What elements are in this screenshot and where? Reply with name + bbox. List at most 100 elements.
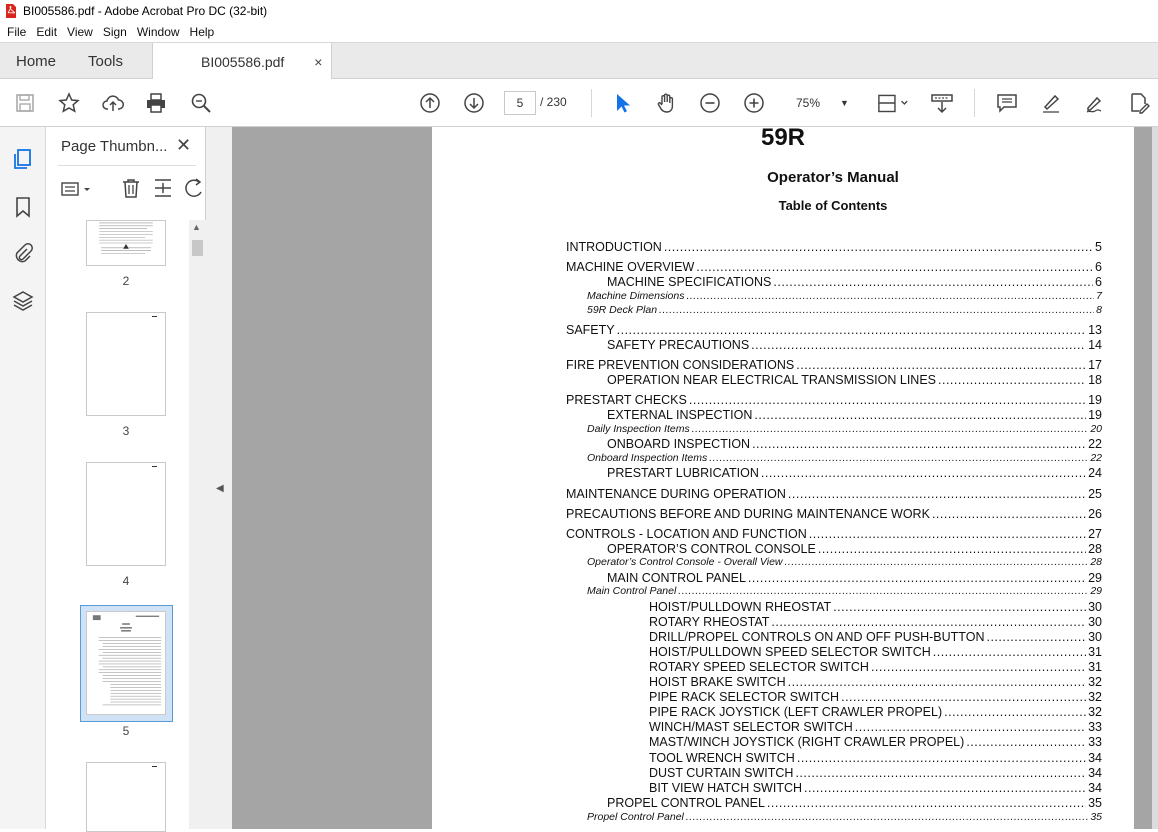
bookmarks-nav-button[interactable] — [11, 195, 35, 219]
document-scrollbar[interactable] — [1152, 127, 1158, 829]
layers-nav-button[interactable] — [11, 289, 35, 313]
menu-file[interactable]: File — [7, 25, 26, 39]
hand-tool-button[interactable] — [654, 91, 678, 115]
toc-entry[interactable]: HOIST/PULLDOWN SPEED SELECTOR SWITCH 31 — [649, 645, 1102, 659]
menu-sign[interactable]: Sign — [103, 25, 127, 39]
draw-button[interactable] — [1083, 91, 1107, 115]
page-preview — [92, 615, 162, 706]
thumbnail-page-5[interactable] — [86, 611, 166, 715]
toc-entry[interactable]: EXTERNAL INSPECTION 19 — [607, 408, 1102, 422]
attachments-nav-button[interactable] — [11, 241, 35, 265]
toc-entry[interactable]: MAIN CONTROL PANEL 29 — [607, 571, 1102, 585]
toc-entry[interactable]: MACHINE OVERVIEW 6 — [566, 260, 1102, 274]
extract-pages-button[interactable] — [152, 177, 174, 204]
toc-entry[interactable]: Main Control Panel 29 — [587, 585, 1102, 597]
toc-entry[interactable]: PROPEL CONTROL PANEL 35 — [607, 796, 1102, 810]
menu-help[interactable]: Help — [190, 25, 215, 39]
toc-leader-dots — [804, 781, 1086, 795]
thumbnail-page-2[interactable] — [86, 220, 166, 266]
thumbnail-scrollbar[interactable]: ▲ — [189, 220, 206, 829]
toc-entry-page: 14 — [1088, 338, 1102, 352]
toc-entry[interactable]: PRESTART CHECKS 19 — [566, 393, 1102, 407]
toc-entry[interactable]: MAST/WINCH JOYSTICK (RIGHT CRAWLER PROPE… — [649, 735, 1102, 749]
bookmark-icon — [16, 197, 30, 218]
toc-entry[interactable]: DRILL/PROPEL CONTROLS ON AND OFF PUSH-BU… — [649, 630, 1102, 644]
scrollbar-thumb[interactable] — [192, 240, 203, 256]
toc-entry[interactable]: Propel Control Panel 35 — [587, 811, 1102, 823]
toc-entry[interactable]: ONBOARD INSPECTION 22 — [607, 437, 1102, 451]
panel-collapse-gutter[interactable]: ◀ — [206, 127, 232, 829]
tab-tools[interactable]: Tools — [88, 43, 123, 80]
toc-entry-title: ROTARY SPEED SELECTOR SWITCH — [649, 660, 869, 674]
toc-entry[interactable]: Onboard Inspection Items 22 — [587, 452, 1102, 464]
toc-heading: Table of Contents — [778, 198, 888, 213]
toc-entry[interactable]: OPERATOR’S CONTROL CONSOLE 28 — [607, 542, 1102, 556]
thumbnail-options-button[interactable] — [60, 179, 92, 204]
tab-document[interactable]: BI005586.pdf × — [152, 43, 332, 80]
toc-leader-dots — [689, 393, 1086, 407]
toc-entry[interactable]: ROTARY SPEED SELECTOR SWITCH 31 — [649, 660, 1102, 674]
scroll-mode-button[interactable] — [930, 91, 954, 115]
toc-entry[interactable]: 59R Deck Plan 8 — [587, 304, 1102, 316]
toc-entry[interactable]: WINCH/MAST SELECTOR SWITCH 33 — [649, 720, 1102, 734]
thumbnail-page-4[interactable] — [86, 462, 166, 566]
page-number-input[interactable]: 5 — [504, 91, 536, 115]
toc-entry[interactable]: Operator’s Control Console - Overall Vie… — [587, 556, 1102, 568]
plus-circle-icon — [744, 93, 764, 113]
zoom-out-button[interactable] — [698, 91, 722, 115]
zoom-in-button[interactable] — [742, 91, 766, 115]
toc-entry[interactable]: PIPE RACK JOYSTICK (LEFT CRAWLER PROPEL)… — [649, 705, 1102, 719]
toc-entry[interactable]: MACHINE SPECIFICATIONS 6 — [607, 275, 1102, 289]
thumbnail-page-6[interactable] — [86, 762, 166, 832]
bookmark-star-button[interactable] — [57, 91, 81, 115]
comment-button[interactable] — [995, 91, 1019, 115]
find-zoom-button[interactable] — [189, 91, 213, 115]
toc-entry[interactable]: Machine Dimensions 7 — [587, 290, 1102, 302]
toc-entry[interactable]: HOIST/PULLDOWN RHEOSTAT 30 — [649, 600, 1102, 614]
arrow-up-circle-icon — [420, 93, 440, 113]
scroll-up-icon[interactable]: ▲ — [192, 222, 201, 232]
toc-leader-dots — [696, 260, 1093, 274]
next-page-button[interactable] — [462, 91, 486, 115]
toc-entry[interactable]: HOIST BRAKE SWITCH 32 — [649, 675, 1102, 689]
delete-pages-button[interactable] — [120, 177, 142, 204]
toc-entry[interactable]: ROTARY RHEOSTAT 30 — [649, 615, 1102, 629]
upload-cloud-button[interactable] — [101, 91, 125, 115]
highlight-button[interactable] — [1039, 91, 1063, 115]
zoom-level-select[interactable]: 75% ▼ — [786, 91, 854, 115]
toc-entry[interactable]: Daily Inspection Items 20 — [587, 423, 1102, 435]
save-button[interactable] — [13, 91, 37, 115]
fill-sign-button[interactable] — [1127, 91, 1151, 115]
toc-entry[interactable]: BIT VIEW HATCH SWITCH 34 — [649, 781, 1102, 795]
document-view[interactable]: 59R Operator’s Manual Table of Contents … — [232, 127, 1158, 829]
previous-page-button[interactable] — [418, 91, 442, 115]
menu-edit[interactable]: Edit — [36, 25, 57, 39]
collapse-panel-icon[interactable]: ◀ — [216, 483, 224, 494]
toc-entry[interactable]: PRECAUTIONS BEFORE AND DURING MAINTENANC… — [566, 507, 1102, 521]
toc-entry[interactable]: TOOL WRENCH SWITCH 34 — [649, 751, 1102, 765]
toc-entry[interactable]: PIPE RACK SELECTOR SWITCH 32 — [649, 690, 1102, 704]
menu-view[interactable]: View — [67, 25, 93, 39]
page-fit-button[interactable] — [876, 91, 912, 115]
toc-entry-page: 20 — [1090, 423, 1102, 435]
toc-entry[interactable]: CONTROLS - LOCATION AND FUNCTION 27 — [566, 527, 1102, 541]
toc-entry[interactable]: DUST CURTAIN SWITCH 34 — [649, 766, 1102, 780]
toc-entry[interactable]: SAFETY PRECAUTIONS 14 — [607, 338, 1102, 352]
toc-entry[interactable]: OPERATION NEAR ELECTRICAL TRANSMISSION L… — [607, 373, 1102, 387]
toc-entry[interactable]: INTRODUCTION 5 — [566, 240, 1102, 254]
toc-entry-page: 32 — [1088, 675, 1102, 689]
page-thumbnails-nav-button[interactable] — [11, 147, 35, 171]
select-tool-button[interactable] — [610, 91, 634, 115]
panel-close-icon[interactable]: ✕ — [176, 135, 191, 156]
tab-close-icon[interactable]: × — [314, 54, 322, 70]
print-button[interactable] — [144, 91, 168, 115]
toc-entry[interactable]: SAFETY 13 — [566, 323, 1102, 337]
tab-home[interactable]: Home — [16, 43, 56, 80]
toc-entry[interactable]: MAINTENANCE DURING OPERATION 25 — [566, 487, 1102, 501]
thumbnail-page-3[interactable] — [86, 312, 166, 416]
page-preview — [152, 466, 157, 467]
rotate-pages-button[interactable] — [184, 177, 206, 204]
menu-window[interactable]: Window — [137, 25, 180, 39]
toc-entry[interactable]: PRESTART LUBRICATION 24 — [607, 466, 1102, 480]
toc-entry[interactable]: FIRE PREVENTION CONSIDERATIONS 17 — [566, 358, 1102, 372]
